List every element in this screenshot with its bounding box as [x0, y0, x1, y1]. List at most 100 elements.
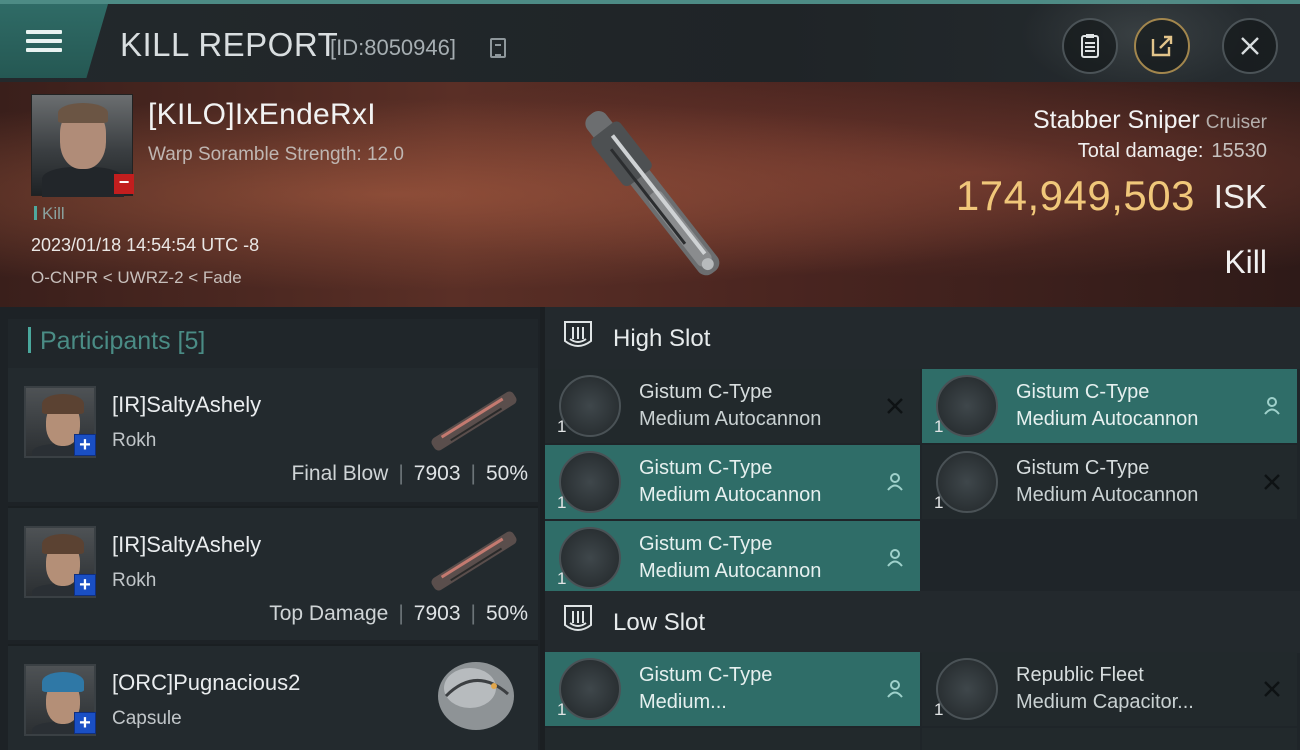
- module-quantity: 1: [934, 493, 944, 512]
- share-button[interactable]: [1134, 18, 1190, 74]
- autocannon-icon: [559, 451, 621, 513]
- total-damage-value: 15530: [1211, 140, 1267, 162]
- autocannon-icon: [936, 451, 998, 513]
- kill-datetime: 2023/01/18 14:54:54 UTC -8: [31, 235, 260, 255]
- module-item[interactable]: 1 Gistum C-Type Medium Autocannon: [545, 445, 920, 519]
- ship-class: Cruiser: [1205, 112, 1267, 133]
- participant-percent: 50%: [485, 462, 528, 485]
- module-name-line1: Gistum C-Type: [1016, 381, 1150, 403]
- copy-icon[interactable]: [490, 38, 506, 58]
- damage-control-icon: [559, 658, 621, 720]
- participant-percent: 50%: [485, 602, 528, 625]
- dropped-person-icon: [882, 676, 908, 702]
- low-slot-title: Low Slot: [613, 609, 706, 636]
- participant-role: Top Damage: [269, 602, 389, 625]
- module-item[interactable]: 1 Gistum C-Type Medium Autocannon: [922, 445, 1297, 519]
- module-name-line1: Gistum C-Type: [639, 664, 773, 686]
- destroyed-icon: [882, 393, 908, 419]
- participant-stats: Top Damage | 7903 | 50%: [269, 602, 528, 625]
- participants-header: Participants [5]: [8, 319, 538, 373]
- ship-type-name: Stabber Sniper: [1032, 106, 1200, 134]
- report-id: [ID:8050946]: [330, 35, 456, 60]
- module-quantity: 1: [557, 700, 567, 719]
- autocannon-icon: [559, 375, 621, 437]
- participant-row[interactable]: + [IR]SaltyAshely Rokh Top Damage | 7903 | 5…: [8, 506, 538, 640]
- module-name-line1: Gistum C-Type: [639, 533, 773, 555]
- kill-location: O-CNPR < UWRZ-2 < Fade: [31, 268, 242, 287]
- warp-scramble-strength: Warp Soramble Strength: 12.0: [148, 144, 404, 165]
- module-item-partial[interactable]: [922, 728, 1297, 750]
- page-title: KILL REPORT: [120, 26, 339, 63]
- kill-tag: Kill: [34, 204, 65, 224]
- module-name-line2: Medium Autocannon: [1016, 484, 1199, 506]
- module-item[interactable]: 1 Republic Fleet Medium Capacitor...: [922, 652, 1297, 726]
- module-quantity: 1: [557, 569, 567, 588]
- participant-damage: 7903: [413, 462, 461, 485]
- participant-ship: Capsule: [112, 708, 182, 729]
- victim-name[interactable]: [KILO]IxEndeRxI: [148, 98, 376, 132]
- low-slot-header: Low Slot: [545, 591, 1300, 653]
- high-slot-icon: [564, 321, 592, 347]
- module-name-line1: Gistum C-Type: [639, 381, 773, 403]
- autocannon-icon: [936, 375, 998, 437]
- participant-ship: Rokh: [112, 430, 157, 451]
- participant-name: [ORC]Pugnacious2: [112, 670, 301, 695]
- isk-value: 174,949,503: [955, 172, 1195, 219]
- destroyed-icon: [1259, 676, 1285, 702]
- autocannon-icon: [559, 527, 621, 589]
- add-contact-icon[interactable]: +: [74, 712, 96, 734]
- module-quantity: 1: [557, 493, 567, 512]
- close-button[interactable]: [1222, 18, 1278, 74]
- menu-button[interactable]: [0, 4, 108, 78]
- ship-name: Stabber Sniper Cruiser: [1033, 106, 1267, 135]
- clipboard-button[interactable]: [1062, 18, 1118, 74]
- participants-title: Participants [5]: [40, 327, 206, 355]
- capsule-thumbnail: [438, 662, 514, 730]
- isk-unit: ISK: [1213, 178, 1267, 215]
- participant-name: [IR]SaltyAshely: [112, 532, 262, 557]
- capacitor-icon: [936, 658, 998, 720]
- module-quantity: 1: [557, 417, 567, 436]
- ship-image: [585, 111, 720, 276]
- dropped-person-icon: [1259, 393, 1285, 419]
- module-name-line2: Medium...: [639, 691, 727, 713]
- hamburger-icon: [26, 25, 62, 57]
- module-quantity: 1: [934, 417, 944, 436]
- module-name-line2: Medium Autocannon: [639, 408, 822, 430]
- module-item[interactable]: 1 Gistum C-Type Medium Autocannon: [545, 521, 920, 595]
- dropped-person-icon: [882, 469, 908, 495]
- add-contact-icon[interactable]: +: [74, 434, 96, 456]
- victim-banner: − [KILO]IxEndeRxI Warp Soramble Strength…: [0, 82, 1300, 307]
- participant-stats: Final Blow | 7903 | 50%: [291, 462, 528, 485]
- module-item-partial[interactable]: [545, 728, 920, 750]
- high-slot-header: High Slot: [545, 307, 1300, 369]
- module-item[interactable]: 1 Gistum C-Type Medium Autocannon: [922, 369, 1297, 443]
- module-name-line1: Gistum C-Type: [639, 457, 773, 479]
- low-slot-icon: [564, 605, 592, 631]
- participant-ship: Rokh: [112, 570, 157, 591]
- module-name-line2: Medium Autocannon: [639, 560, 822, 582]
- result-label: Kill: [1224, 244, 1267, 280]
- total-damage-label: Total damage:: [1077, 140, 1204, 162]
- module-name-line1: Republic Fleet: [1016, 664, 1144, 686]
- participants-panel: Participants [5] + [IR]SaltyAshely Rokh …: [0, 307, 540, 750]
- module-name-line2: Medium Capacitor...: [1016, 691, 1194, 713]
- ship-thumbnail: [431, 531, 517, 591]
- participant-name: [IR]SaltyAshely: [112, 392, 262, 417]
- ship-thumbnail: [431, 391, 517, 451]
- high-slot-title: High Slot: [613, 325, 711, 352]
- total-damage: Total damage: 15530: [1078, 140, 1267, 163]
- module-item[interactable]: 1 Gistum C-Type Medium...: [545, 652, 920, 726]
- destroyed-icon: [1259, 469, 1285, 495]
- module-name-line2: Medium Autocannon: [639, 484, 822, 506]
- module-quantity: 1: [934, 700, 944, 719]
- participant-row[interactable]: + [IR]SaltyAshely Rokh Final Blow | 7903 | 5…: [8, 368, 538, 502]
- module-name-line2: Medium Autocannon: [1016, 408, 1199, 430]
- participant-damage: 7903: [413, 602, 461, 625]
- participant-row[interactable]: + [ORC]Pugnacious2 Capsule: [8, 644, 538, 750]
- top-bar: KILL REPORT [ID:8050946]: [0, 0, 1300, 94]
- module-item[interactable]: 1 Gistum C-Type Medium Autocannon: [545, 369, 920, 443]
- fitting-slots: High Slot 1 Gistum C-Type Medium Autocan…: [545, 307, 1300, 750]
- share-icon: [1151, 35, 1173, 57]
- add-contact-icon[interactable]: +: [74, 574, 96, 596]
